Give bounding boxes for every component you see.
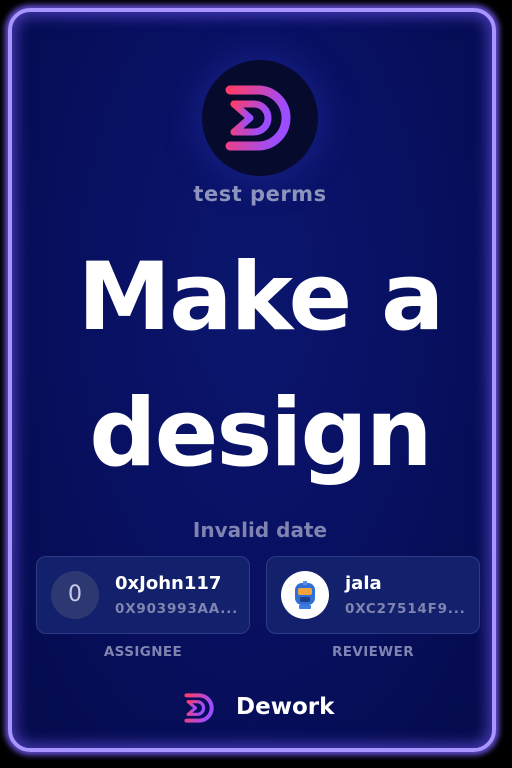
reviewer-role-label: REVIEWER: [331, 644, 415, 660]
assignee-avatar: 0: [51, 571, 99, 619]
org-name: test perms: [193, 182, 327, 206]
dework-logo-icon: [184, 693, 214, 723]
assignee-role-label: ASSIGNEE: [103, 644, 183, 660]
task-card: test perms Make a design Invalid date 0 …: [8, 8, 496, 752]
helmet-avatar-icon: [295, 581, 315, 609]
reviewer-address: 0XC27514F9...: [345, 601, 466, 617]
assignee-name: 0xJohn117: [115, 573, 222, 594]
task-title: Make a design: [12, 230, 508, 502]
reviewer-name: jala: [345, 573, 382, 594]
task-title-line-1: Make a: [77, 243, 445, 352]
task-title-line-2: design: [89, 379, 432, 488]
assignee-address: 0X903993AA...: [115, 601, 239, 617]
dework-logo-icon: [225, 85, 291, 151]
due-date: Invalid date: [192, 518, 328, 542]
reviewer-card: jala 0XC27514F9...: [266, 556, 480, 634]
brand-name: Dework: [236, 694, 335, 720]
page: test perms Make a design Invalid date 0 …: [0, 0, 512, 768]
reviewer-avatar: [281, 571, 329, 619]
org-logo: [202, 60, 318, 176]
assignee-card: 0 0xJohn117 0X903993AA...: [36, 556, 250, 634]
